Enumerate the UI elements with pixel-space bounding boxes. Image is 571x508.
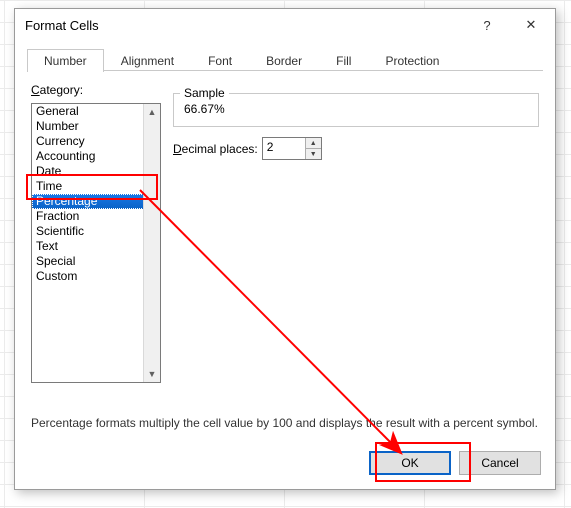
dialog-footer: OK Cancel [369,451,541,475]
cancel-button[interactable]: Cancel [459,451,541,475]
scrollbar[interactable]: ▲ ▼ [143,104,160,382]
tab-border[interactable]: Border [249,49,319,72]
list-item-selected[interactable]: Percentage [32,194,160,209]
category-label-rest: ategory: [40,83,83,97]
help-button[interactable]: ? [465,11,509,39]
list-item[interactable]: Special [32,254,160,269]
list-item[interactable]: Accounting [32,149,160,164]
list-item[interactable]: Text [32,239,160,254]
tab-font[interactable]: Font [191,49,249,72]
list-item[interactable]: Time [32,179,160,194]
titlebar: Format Cells ? ✕ [15,9,555,41]
format-description: Percentage formats multiply the cell val… [31,415,539,431]
list-item[interactable]: General [32,104,160,119]
format-cells-dialog: Format Cells ? ✕ Number Alignment Font B… [14,8,556,490]
content-area: Category: General Number Currency Accoun… [15,71,555,431]
workspace: Format Cells ? ✕ Number Alignment Font B… [0,0,571,508]
tab-bar: Number Alignment Font Border Fill Protec… [15,41,555,71]
list-item[interactable]: Currency [32,134,160,149]
spinner-buttons: ▲ ▼ [305,138,321,159]
tab-protection[interactable]: Protection [368,49,456,72]
scroll-up-icon[interactable]: ▲ [144,104,160,120]
sample-legend: Sample [180,86,229,100]
list-item[interactable]: Number [32,119,160,134]
list-item[interactable]: Fraction [32,209,160,224]
tab-fill[interactable]: Fill [319,49,368,72]
scroll-down-icon[interactable]: ▼ [144,366,160,382]
spinner-down-icon[interactable]: ▼ [306,149,321,159]
list-item[interactable]: Custom [32,269,160,284]
spinner-up-icon[interactable]: ▲ [306,138,321,149]
dialog-title: Format Cells [25,18,465,33]
decimal-label-underline: D [173,142,182,156]
category-list[interactable]: General Number Currency Accounting Date … [31,103,161,383]
list-item[interactable]: Date [32,164,160,179]
decimal-label-rest: ecimal places: [182,142,258,156]
list-item[interactable]: Scientific [32,224,160,239]
tab-alignment[interactable]: Alignment [104,49,191,72]
decimal-places-value[interactable]: 2 [263,138,305,159]
decimal-label: Decimal places: [173,142,258,156]
category-label-underline: C [31,83,40,97]
decimal-row: Decimal places: 2 ▲ ▼ [173,137,539,160]
close-button[interactable]: ✕ [509,11,553,39]
decimal-places-spinner[interactable]: 2 ▲ ▼ [262,137,322,160]
sample-group: Sample 66.67% [173,93,539,127]
tab-number[interactable]: Number [27,49,104,72]
sample-value: 66.67% [184,102,528,116]
category-label: Category: [31,83,83,97]
ok-button[interactable]: OK [369,451,451,475]
right-panel: Sample 66.67% Decimal places: 2 ▲ ▼ [173,87,539,160]
